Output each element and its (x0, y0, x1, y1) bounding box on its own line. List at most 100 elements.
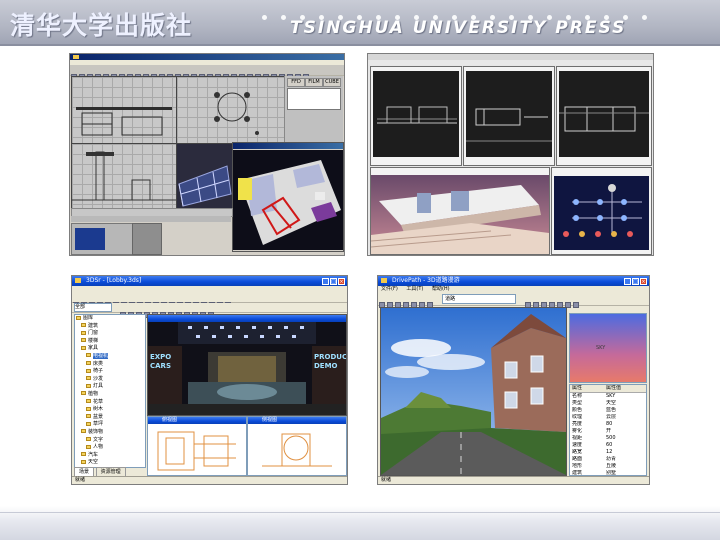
tree-item[interactable]: 家具 (88, 345, 98, 351)
maximize-button[interactable]: □ (632, 278, 639, 285)
render-window-title-bar (233, 143, 343, 149)
minimize-button[interactable]: _ (624, 278, 631, 285)
folder-icon (86, 421, 91, 426)
status-text: 就绪 (75, 477, 86, 483)
view-render[interactable] (370, 167, 550, 255)
browser-toolbar-2: 全部 (72, 303, 347, 318)
material-sample (75, 228, 105, 250)
folder-icon (81, 323, 86, 328)
render-view-image (371, 175, 549, 254)
folder-icon (81, 338, 86, 343)
folder-icon (81, 345, 86, 350)
perspective-wireframe (178, 165, 232, 207)
viewport-left[interactable] (71, 143, 177, 209)
tree-item[interactable]: 草坪 (93, 421, 103, 427)
prop-row[interactable]: 地形 丘陵 (570, 463, 646, 470)
thumb-title: 俯视图 (162, 417, 178, 423)
prop-row[interactable]: 速度 60 (570, 442, 646, 449)
view-camera[interactable] (370, 66, 462, 166)
front-view-drawing (214, 92, 259, 135)
app-icon (73, 55, 79, 59)
close-button[interactable]: × (640, 278, 647, 285)
tree-item[interactable]: 沙发 (93, 376, 103, 382)
tree-item[interactable]: 灯具 (93, 383, 103, 389)
cmd-tab-cube[interactable]: CUBE (323, 78, 341, 87)
tree-item[interactable]: 图库 (83, 315, 93, 321)
tree-item[interactable]: 床类 (93, 361, 103, 367)
prop-row[interactable]: 亮度 80 (570, 421, 646, 428)
modeler-toolbar (70, 65, 344, 80)
screenshot-drive-sim: DrivePath - 3D道路漫游 _ □ × 文件(F) 工具(T) 帮助(H)… (377, 275, 650, 485)
maximize-button[interactable]: □ (330, 278, 337, 285)
prop-row[interactable]: 颜色 蓝色 (570, 407, 646, 414)
layer-combo[interactable]: 道路 (442, 294, 517, 304)
view-top[interactable] (463, 66, 555, 166)
folder-icon (81, 391, 86, 396)
tree-item[interactable]: 楼梯 (88, 338, 98, 344)
tree-item[interactable]: 植物 (88, 391, 98, 397)
tree-item[interactable]: 汽车 (88, 452, 98, 458)
header-divider (0, 44, 720, 46)
tree-item[interactable]: 花草 (93, 399, 103, 405)
tree-item[interactable]: 椅子 (93, 368, 103, 374)
folder-icon (86, 444, 91, 449)
folder-icon (86, 414, 91, 419)
minimize-button[interactable]: _ (322, 278, 329, 285)
library-tree[interactable]: 图库 建筑 门窗 楼梯 家具 电视机 床类 椅子 沙发 灯具 植物 花草 树木 … (74, 314, 146, 468)
slide-footer-band (0, 506, 720, 540)
browser-title: 3DSr - [Lobby.3ds] (86, 277, 142, 284)
prop-row[interactable]: 名称 SKY (570, 393, 646, 400)
viewport-perspective[interactable] (176, 143, 234, 209)
cmd-tab-film[interactable]: FILM (305, 78, 323, 87)
tree-item[interactable]: 建筑 (88, 323, 98, 329)
top-view-lines (466, 108, 552, 142)
road-scene (381, 308, 566, 475)
menu-help[interactable]: 帮助(H) (432, 286, 450, 292)
tree-item[interactable]: 盆景 (93, 414, 103, 420)
viewport-front[interactable] (176, 76, 285, 144)
app-icon (381, 278, 387, 283)
drive-menu-bar: 文件(F) 工具(T) 帮助(H) (378, 286, 649, 293)
view-front[interactable] (556, 66, 652, 166)
object-list[interactable] (287, 88, 341, 110)
browser-menu-bar (72, 286, 347, 293)
material-editor-panel[interactable] (71, 223, 133, 255)
property-grid[interactable]: 属性 属性值 名称 SKY 类型 天空 颜色 蓝色 纹理 云层 亮度 80 雾化开 视距 50… (569, 384, 647, 476)
cmd-tab-ffd[interactable]: FFD (287, 78, 305, 87)
thumb-top-view[interactable]: 俯视图 (147, 416, 247, 476)
editor-menu-bar (368, 60, 653, 65)
slide-header: 清华大学出版社 TSINGHUA UNIVERSITY PRESS (0, 0, 720, 46)
viewport-top[interactable] (71, 76, 177, 144)
menu-tools[interactable]: 工具(T) (406, 286, 423, 292)
folder-icon (86, 383, 91, 388)
tree-item[interactable]: 树木 (93, 406, 103, 412)
view-scene-graph[interactable] (551, 167, 652, 255)
prop-row[interactable]: 纹理 云层 (570, 414, 646, 421)
folder-icon (81, 429, 86, 434)
tree-item[interactable]: 门窗 (88, 330, 98, 336)
prop-row[interactable]: 雾化开 (570, 428, 646, 435)
tree-item[interactable]: 文字 (93, 437, 103, 443)
menu-file[interactable]: 文件(F) (381, 286, 398, 292)
close-button[interactable]: × (338, 278, 345, 285)
sign-product-demo: PRODUC DEMO (314, 353, 347, 370)
tree-item-selected[interactable]: 电视机 (93, 352, 109, 359)
track-bar (71, 216, 231, 222)
tree-item[interactable]: 天空 (88, 459, 98, 465)
prop-row[interactable]: 路宽 12 (570, 449, 646, 456)
prop-row[interactable]: 路面 沥青 (570, 456, 646, 463)
publisher-logo-english: TSINGHUA UNIVERSITY PRESS (290, 18, 627, 38)
road-viewport[interactable] (380, 307, 567, 476)
render-window[interactable] (232, 142, 344, 252)
tree-item[interactable]: 人物 (93, 444, 103, 450)
status-text: 就绪 (381, 477, 392, 483)
tree-item[interactable]: 装饰物 (88, 429, 103, 435)
prop-row[interactable]: 类型 天空 (570, 400, 646, 407)
left-view-drawing (72, 151, 176, 201)
thumb-side-drawing (262, 433, 332, 467)
tree-tabs: 场景 资源管理 (74, 467, 144, 477)
filter-combo[interactable]: 全部 (74, 303, 112, 312)
thumb-side-view[interactable]: 侧视图 (247, 416, 347, 476)
lobby-viewport[interactable]: EXPO CARS PRODUC DEMO (147, 314, 347, 416)
prop-row[interactable]: 视距 500 (570, 435, 646, 442)
